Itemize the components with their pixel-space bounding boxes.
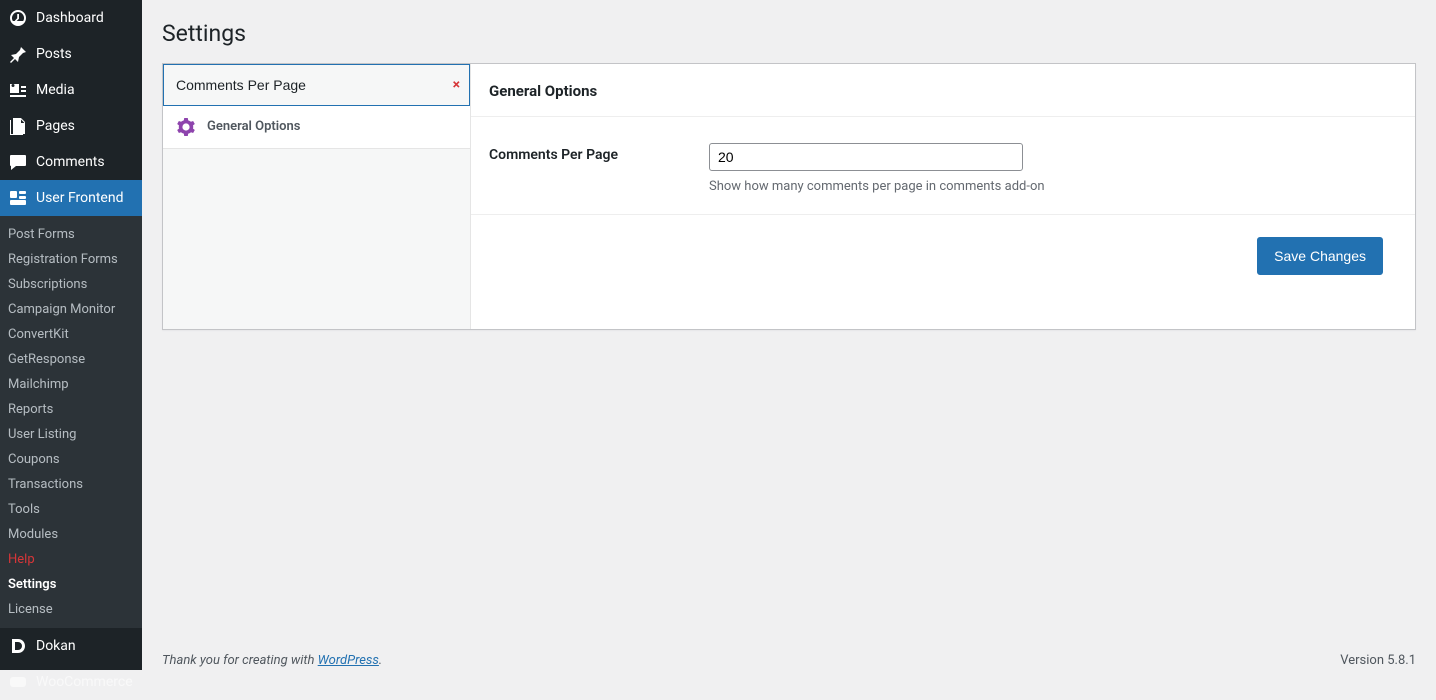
footer-version: Version 5.8.1 (1340, 653, 1416, 668)
sidebar-label: Media (36, 82, 75, 98)
actions-row: Save Changes (471, 215, 1415, 303)
sidebar-label: User Frontend (36, 190, 123, 206)
submenu-modules[interactable]: Modules (0, 522, 142, 547)
footer-dot: . (379, 653, 382, 668)
submenu-license[interactable]: License (0, 597, 142, 622)
main-content: Settings × General Options General Optio… (142, 0, 1436, 670)
sidebar-item-user-frontend[interactable]: User Frontend (0, 180, 142, 216)
footer-link[interactable]: WordPress (318, 653, 379, 668)
comment-icon (8, 152, 28, 172)
pin-icon (8, 44, 28, 64)
sidebar-item-woocommerce[interactable]: WooCommerce (0, 664, 142, 700)
submenu-subscriptions[interactable]: Subscriptions (0, 272, 142, 297)
submenu-reports[interactable]: Reports (0, 397, 142, 422)
submenu-registration-forms[interactable]: Registration Forms (0, 247, 142, 272)
admin-sidebar: Dashboard Posts Media Pages Comments Use… (0, 0, 142, 670)
section-heading: General Options (471, 64, 1415, 117)
field-comments-per-page: Comments Per Page Show how many comments… (471, 117, 1415, 215)
tab-label: General Options (207, 119, 300, 134)
footer-text: Thank you for creating with (162, 653, 318, 668)
submenu-post-forms[interactable]: Post Forms (0, 222, 142, 247)
media-icon (8, 80, 28, 100)
submenu-convertkit[interactable]: ConvertKit (0, 322, 142, 347)
sidebar-item-posts[interactable]: Posts (0, 36, 142, 72)
dokan-icon (8, 636, 28, 656)
search-row: × (163, 64, 470, 106)
submenu-campaign-monitor[interactable]: Campaign Monitor (0, 297, 142, 322)
settings-panel: × General Options General Options Commen… (162, 63, 1416, 330)
submenu-tools[interactable]: Tools (0, 497, 142, 522)
field-control: Show how many comments per page in comme… (709, 143, 1397, 194)
submenu-settings[interactable]: Settings (0, 572, 142, 597)
admin-footer: Thank you for creating with WordPress. V… (162, 653, 1416, 668)
clear-search-icon[interactable]: × (453, 77, 460, 93)
sidebar-label: Posts (36, 46, 72, 62)
sidebar-item-dashboard[interactable]: Dashboard (0, 0, 142, 36)
save-button[interactable]: Save Changes (1257, 237, 1383, 275)
submenu-mailchimp[interactable]: Mailchimp (0, 372, 142, 397)
field-label: Comments Per Page (489, 143, 669, 194)
settings-content: General Options Comments Per Page Show h… (471, 64, 1415, 329)
footer-thanks: Thank you for creating with WordPress. (162, 653, 382, 668)
sidebar-label: Pages (36, 118, 75, 134)
gear-icon (177, 118, 195, 136)
sidebar-item-media[interactable]: Media (0, 72, 142, 108)
nav-blank (163, 149, 470, 329)
submenu: Post Forms Registration Forms Subscripti… (0, 216, 142, 628)
sidebar-item-dokan[interactable]: Dokan (0, 628, 142, 664)
pages-icon (8, 116, 28, 136)
sidebar-label: Dashboard (36, 10, 104, 26)
submenu-user-listing[interactable]: User Listing (0, 422, 142, 447)
dashboard-icon (8, 8, 28, 28)
woocommerce-icon (8, 672, 28, 692)
sidebar-item-pages[interactable]: Pages (0, 108, 142, 144)
sidebar-label: Comments (36, 154, 105, 170)
tab-general-options[interactable]: General Options (163, 106, 470, 149)
sidebar-item-comments[interactable]: Comments (0, 144, 142, 180)
page-title: Settings (162, 10, 1416, 53)
submenu-transactions[interactable]: Transactions (0, 472, 142, 497)
user-frontend-icon (8, 188, 28, 208)
sidebar-label: WooCommerce (36, 674, 133, 690)
submenu-getresponse[interactable]: GetResponse (0, 347, 142, 372)
field-description: Show how many comments per page in comme… (709, 179, 1397, 194)
submenu-help[interactable]: Help (0, 547, 142, 572)
sidebar-label: Dokan (36, 638, 76, 654)
submenu-coupons[interactable]: Coupons (0, 447, 142, 472)
comments-per-page-input[interactable] (709, 143, 1023, 171)
search-input[interactable] (163, 64, 470, 106)
settings-nav: × General Options (163, 64, 471, 329)
